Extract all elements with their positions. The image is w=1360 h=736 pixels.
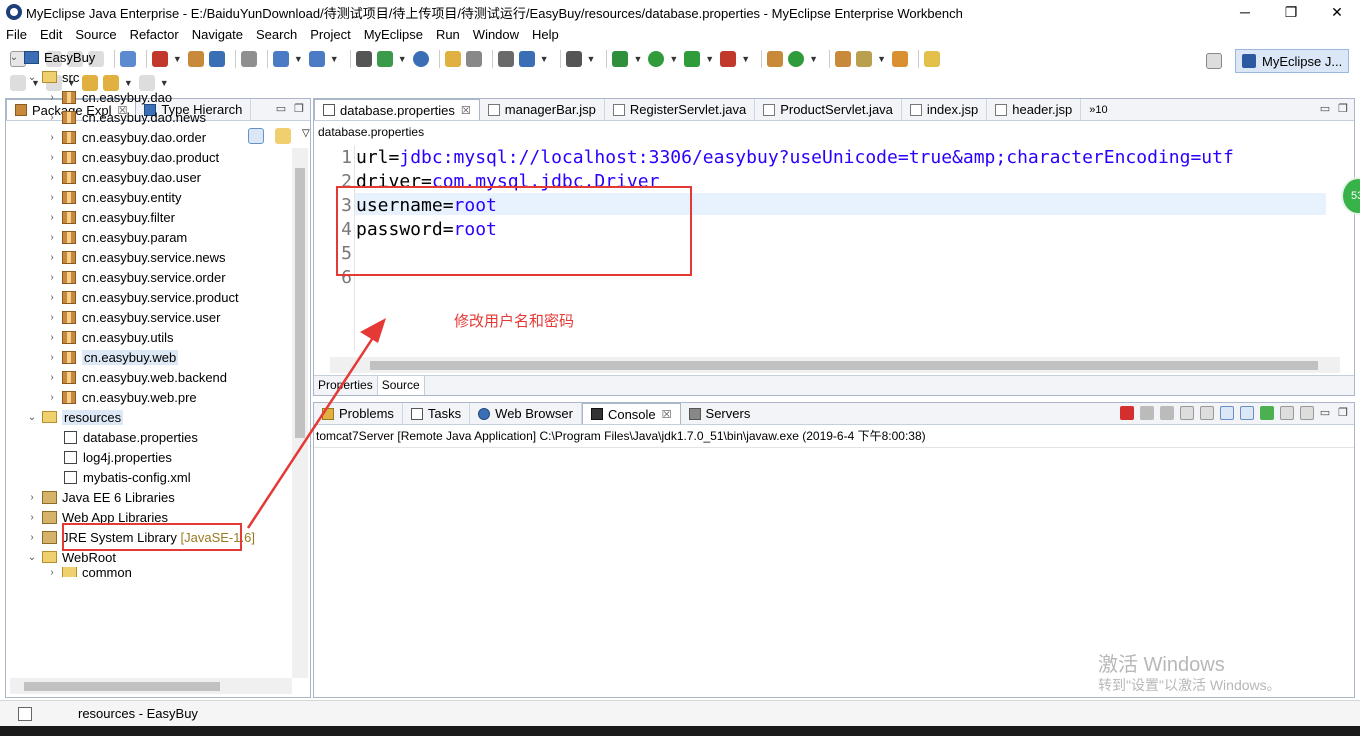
activation-watermark-title: 激活 Windows: [1098, 654, 1225, 676]
annotation-text: 修改用户名和密码: [454, 313, 575, 330]
activation-watermark-subtitle: 转到"设置"以激活 Windows。: [1098, 677, 1281, 693]
annotation-arrow-line: [246, 329, 380, 529]
annotation-arrow-head: [360, 318, 386, 343]
annotation-arrow: [246, 318, 386, 529]
